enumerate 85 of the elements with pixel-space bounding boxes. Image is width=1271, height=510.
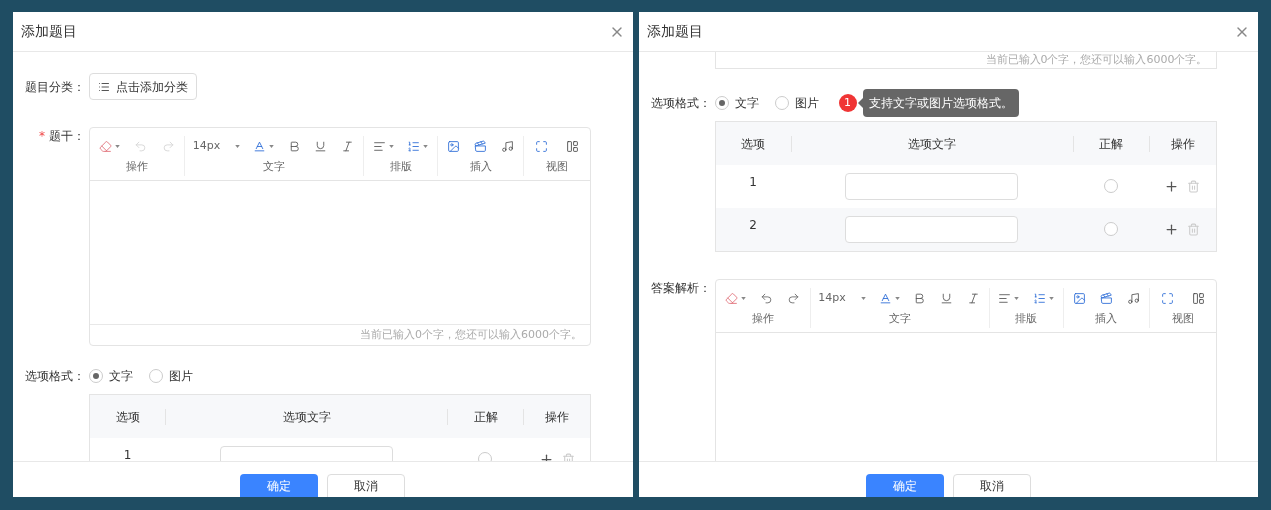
underline-icon[interactable] — [314, 139, 328, 153]
align-icon[interactable] — [998, 291, 1012, 305]
column-header: 选项 — [741, 135, 765, 153]
format-radio[interactable]: 文字 — [89, 367, 133, 385]
toolbar-group-label: 操作 — [751, 311, 774, 327]
font-size-select[interactable]: 14px — [192, 137, 221, 155]
caret-icon — [894, 296, 900, 300]
cancel-button[interactable]: 取消 — [327, 474, 406, 497]
cancel-button[interactable]: 取消 — [952, 474, 1031, 497]
column-header: 选项文字 — [908, 135, 956, 153]
toolbar-group-label: 文字 — [888, 311, 911, 327]
toolbar-group-label: 视图 — [546, 159, 568, 175]
eraser-icon[interactable] — [724, 291, 738, 305]
field-label: 选项格式： — [25, 368, 85, 385]
italic-icon[interactable] — [341, 139, 355, 153]
character-count: 当前已输入0个字，您还可以输入6000个字。 — [360, 326, 582, 343]
caret-icon — [115, 144, 121, 148]
caret-icon — [740, 296, 746, 300]
correct-answer-radio[interactable] — [1103, 179, 1118, 193]
required-asterisk: * — [39, 128, 45, 145]
caret-icon — [423, 144, 429, 148]
option-number: 1 — [749, 175, 757, 189]
column-header: 选项 — [115, 408, 140, 426]
toolbar-group-label: 视图 — [1171, 311, 1194, 327]
redo-icon[interactable] — [787, 291, 801, 305]
line-spacing-icon[interactable] — [1032, 291, 1046, 305]
toolbar-group-label: 插入 — [1095, 311, 1117, 327]
toolbar-group-label: 排版 — [1015, 311, 1037, 327]
column-header: 正解 — [473, 408, 498, 426]
layout-icon[interactable] — [1191, 291, 1205, 305]
confirm-button[interactable]: 确定 — [240, 474, 319, 497]
field-label: 答案解析： — [650, 280, 711, 297]
underline-icon[interactable] — [939, 291, 953, 305]
caret-icon — [1014, 296, 1020, 300]
field-label: 题目分类： — [25, 78, 85, 96]
bold-icon[interactable] — [913, 291, 927, 305]
italic-icon[interactable] — [966, 291, 980, 305]
character-count: 当前已输入0个字，您还可以输入6000个字。 — [985, 53, 1208, 67]
toolbar-group-label: 操作 — [126, 159, 148, 175]
column-header: 正解 — [1099, 135, 1123, 153]
align-icon[interactable] — [372, 139, 386, 153]
dialog-title: 添加题目 — [21, 22, 77, 41]
column-header: 操作 — [1170, 135, 1195, 153]
list-icon — [98, 80, 110, 93]
toolbar-group-label: 插入 — [469, 159, 492, 175]
image-icon[interactable] — [1072, 291, 1086, 305]
format-radio[interactable]: 文字 — [714, 94, 759, 112]
caret-icon — [269, 144, 275, 148]
fullscreen-icon[interactable] — [1160, 291, 1174, 305]
confirm-button[interactable]: 确定 — [865, 474, 944, 497]
image-icon[interactable] — [447, 139, 460, 153]
add-category-button[interactable]: 点击添加分类 — [89, 73, 197, 100]
toolbar-group-label: 文字 — [263, 159, 285, 175]
caret-icon — [860, 296, 866, 300]
music-icon[interactable] — [501, 139, 514, 153]
fullscreen-icon[interactable] — [535, 139, 548, 153]
add-icon[interactable] — [1164, 179, 1179, 194]
format-radio[interactable]: 图片 — [774, 94, 819, 112]
dialog-title: 添加题目 — [646, 22, 703, 41]
add-icon[interactable] — [1164, 222, 1179, 237]
notification-badge: 1 — [838, 94, 857, 112]
format-radio[interactable]: 图片 — [149, 367, 193, 385]
video-icon[interactable] — [474, 139, 487, 153]
font-size-select[interactable]: 14px — [818, 289, 846, 307]
font-color-icon[interactable] — [253, 139, 267, 153]
correct-answer-radio[interactable] — [1103, 222, 1118, 236]
layout-icon[interactable] — [566, 139, 579, 153]
option-text-input[interactable] — [845, 173, 1018, 200]
undo-icon[interactable] — [760, 291, 773, 305]
option-number: 1 — [123, 448, 132, 461]
field-label: 题干： — [49, 128, 85, 145]
toolbar-group-label: 排版 — [389, 159, 412, 175]
column-header: 选项文字 — [282, 408, 331, 426]
option-number: 2 — [749, 218, 757, 232]
line-spacing-icon[interactable] — [407, 139, 421, 153]
caret-icon — [235, 144, 241, 148]
eraser-icon[interactable] — [99, 139, 113, 153]
caret-icon — [388, 144, 394, 148]
font-color-icon[interactable] — [878, 291, 892, 305]
option-text-input[interactable] — [845, 216, 1018, 243]
video-icon[interactable] — [1099, 291, 1113, 305]
column-header: 操作 — [545, 408, 569, 426]
field-label: 选项格式： — [650, 95, 711, 112]
music-icon[interactable] — [1126, 291, 1140, 305]
caret-icon — [1048, 296, 1054, 300]
